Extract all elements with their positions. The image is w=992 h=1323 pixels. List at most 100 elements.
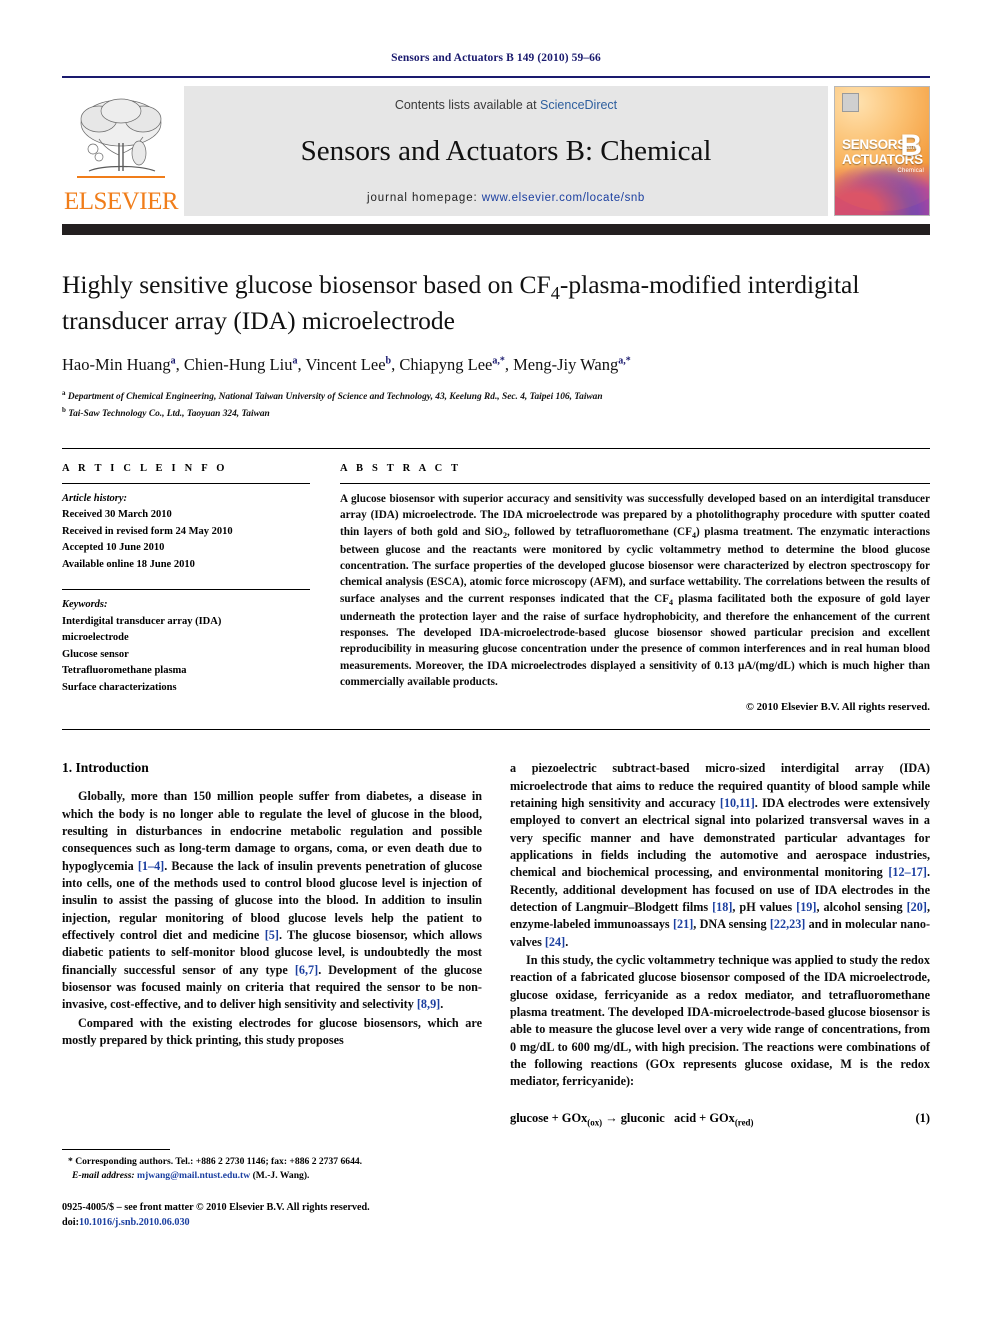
doi-link[interactable]: 10.1016/j.snb.2010.06.030 [79,1217,190,1228]
journal-article-page: Sensors and Actuators B 149 (2010) 59–66 [0,0,992,1323]
equation-sub-red: (red) [734,1116,754,1127]
header-top-rule [62,76,930,78]
author-item: Hao-Min Huanga [62,355,176,374]
imprint-block: 0925-4005/$ – see front matter © 2010 El… [62,1200,482,1231]
article-history-item: Accepted 10 June 2010 [62,542,165,554]
title-part-1: Highly sensitive glucose biosensor based… [62,270,551,299]
keywords-rule [62,589,310,591]
paragraph: Compared with the existing electrodes fo… [62,1015,482,1047]
citation-ref[interactable]: [12–17] [888,865,927,879]
citation-ref[interactable]: [5] [265,928,279,942]
author-name: Vincent Lee [305,355,386,375]
abstract-rule [340,482,930,484]
article-info-rule [62,482,310,484]
elsevier-tree-icon [77,98,165,178]
page-title: Highly sensitive glucose biosensor based… [62,269,930,337]
citation-ref[interactable]: [22,23] [770,917,806,931]
cover-elsevier-mark-icon [842,93,859,112]
abstract-bottom-rule [62,729,930,731]
abstract-seg-2: , followed by tetrafluoromethane (CF [507,525,692,538]
homepage-label: journal homepage: [367,191,478,204]
author-affil-mark: a [292,355,298,367]
article-info-column: A R T I C L E I N F O Article history: R… [62,463,310,713]
article-history-item: Received in revised form 24 May 2010 [62,525,233,537]
corresponding-author-note: * Corresponding authors. Tel.: +886 2 27… [62,1155,482,1184]
running-head: Sensors and Actuators B 149 (2010) 59–66 [391,52,601,64]
keyword-item: Tetrafluoromethane plasma [62,665,187,677]
title-subscript: 4 [550,283,560,304]
author-affil-mark: b [385,355,392,367]
contents-prefix-text: Contents lists available at [394,98,541,112]
keywords-label: Keywords: [62,599,108,611]
paragraph: In this study, the cyclic voltammetry te… [510,952,930,1089]
email-link[interactable]: mjwang@mail.ntust.edu.tw [137,1170,250,1181]
affiliation-text: Tai-Saw Technology Co., Ltd., Taoyuan 32… [68,409,270,420]
contents-list-line: Contents lists available at ScienceDirec… [395,98,617,112]
citation-ref[interactable]: [18] [712,900,732,914]
author-item: Meng-Jiy Wanga,* [513,355,631,374]
author-name: Chien-Hung Liu [183,355,293,375]
email-label: E-mail address: [72,1170,135,1182]
citation-ref[interactable]: [21] [673,917,693,931]
abstract-text: A glucose biosensor with superior accura… [340,491,930,690]
journal-header-band: ELSEVIER Contents lists available at Sci… [62,86,930,216]
elsevier-logo: ELSEVIER [62,86,180,216]
para-seg: , alcohol sensing [816,899,907,914]
journal-homepage-line: journal homepage: www.elsevier.com/locat… [367,192,645,204]
affiliation-mark: b [62,406,66,415]
homepage-url-link[interactable]: www.elsevier.com/locate/snb [482,192,645,204]
info-abstract-region: A R T I C L E I N F O Article history: R… [62,447,930,713]
paragraph: a piezoelectric subtract-based micro-siz… [510,760,930,951]
affiliation-item: b Tai-Saw Technology Co., Ltd., Taoyuan … [62,405,930,422]
header-dark-bar [62,224,930,235]
article-history-item: Received 30 March 2010 [62,509,172,521]
article-history-item: Available online 18 June 2010 [62,558,195,570]
affiliation-text: Department of Chemical Engineering, Nati… [67,392,603,403]
citation-ref[interactable]: [8,9] [417,997,440,1011]
keyword-item: Surface characterizations [62,682,177,693]
author-name: Chiapyng Lee [399,355,493,375]
citation-ref[interactable]: [10,11] [720,796,755,810]
cover-line1: SENSORS [842,136,906,152]
author-item: Chiapyng Leea,* [399,355,505,374]
citation-ref[interactable]: [20] [907,900,927,914]
para-seg: , pH values [732,899,797,914]
corresponding-text: Corresponding authors. Tel.: +886 2 2730… [72,1155,363,1167]
citation-ref[interactable]: [6,7] [295,963,318,977]
author-item: Vincent Leeb [305,355,391,374]
section-heading-introduction: 1. Introduction [62,760,149,776]
paragraph: Globally, more than 150 million people s… [62,788,482,1013]
title-block: Highly sensitive glucose biosensor based… [62,269,930,422]
doi-line: doi:10.1016/j.snb.2010.06.030 [62,1215,482,1230]
journal-cover-thumbnail: SENSORSand ACTUATORS B Chemical [834,86,930,216]
article-info-heading: A R T I C L E I N F O [62,462,228,474]
abstract-seg-4: plasma facilitated both the exposure of … [340,592,931,688]
affiliation-mark: a [62,389,66,398]
article-history-label: Article history: [62,492,128,504]
author-item: Chien-Hung Liua [184,355,298,374]
sciencedirect-link[interactable]: ScienceDirect [540,98,617,112]
imprint-line: 0925-4005/$ – see front matter © 2010 El… [62,1201,370,1213]
affiliation-item: a Department of Chemical Engineering, Na… [62,388,930,405]
abstract-copyright: © 2010 Elsevier B.V. All rights reserved… [745,701,930,714]
author-affil-mark: a [170,355,176,367]
equation-row: glucose + GOx(ox) → gluconic acid + GOx(… [510,1111,930,1127]
keyword-item: Glucose sensor [62,648,129,660]
author-list: Hao-Min Huanga, Chien-Hung Liua, Vincent… [62,355,631,375]
citation-ref[interactable]: [1–4] [138,859,164,873]
abstract-column: A B S T R A C T A glucose biosensor with… [340,463,930,713]
abstract-heading: A B S T R A C T [340,462,462,474]
body-two-column-region: 1. Introduction Globally, more than 150 … [62,760,930,1230]
author-affil-mark: a,* [492,355,505,367]
keyword-item: microelectrode [62,632,129,644]
footnote-rule [62,1148,170,1150]
author-affil-mark: a,* [618,355,631,367]
keyword-item: Interdigital transducer array (IDA) [62,615,222,627]
citation-ref[interactable]: [24] [545,935,565,949]
citation-ref[interactable]: [19] [796,900,816,914]
cover-subtitle: Chemical [897,167,924,174]
affiliation-list: a Department of Chemical Engineering, Na… [62,388,930,422]
equation-number: (1) [915,1110,930,1125]
journal-center-band: Contents lists available at ScienceDirec… [184,86,828,216]
elsevier-wordmark: ELSEVIER [63,188,179,215]
